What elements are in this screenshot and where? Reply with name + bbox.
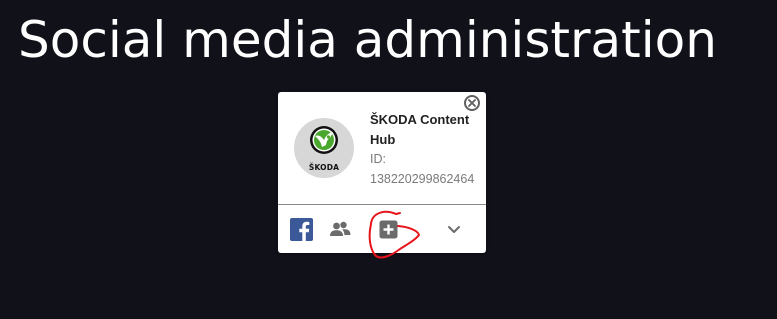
account-id-label: ID: [370,152,386,166]
card-action-bar [278,205,486,253]
plus-square-icon [379,220,397,238]
add-button[interactable] [375,216,401,242]
close-icon [468,99,476,107]
people-icon [330,221,351,236]
close-button[interactable] [464,95,480,111]
facebook-button[interactable] [288,216,314,242]
account-avatar: ŠKODA [294,118,354,178]
account-name: ŠKODA Content Hub [370,112,470,147]
expand-button[interactable] [441,216,467,242]
chevron-down-icon [448,225,460,233]
facebook-icon [289,217,313,241]
users-button[interactable] [327,216,353,242]
account-info: ŠKODA ŠKODA Content Hub ID: 138220299862… [278,92,486,205]
account-card: ŠKODA ŠKODA Content Hub ID: 138220299862… [278,92,486,253]
brand-wordmark: ŠKODA [308,163,340,172]
page-title: Social media administration [18,11,717,69]
account-id-value: 138220299862464 [370,172,475,186]
